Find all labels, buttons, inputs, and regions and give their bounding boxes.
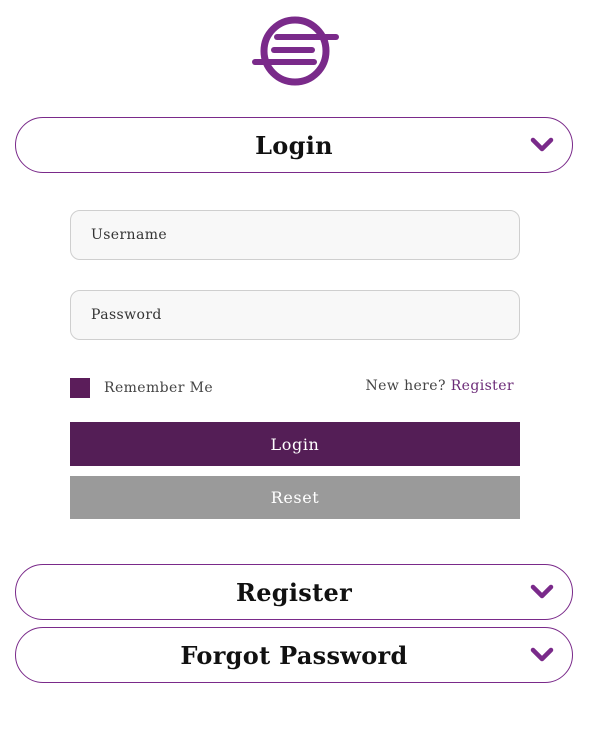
login-section-title: Login xyxy=(255,130,333,160)
username-input[interactable] xyxy=(70,210,520,260)
forgot-password-section-header[interactable]: Forgot Password xyxy=(15,627,573,683)
forgot-password-section-title: Forgot Password xyxy=(180,640,408,670)
chevron-down-icon[interactable] xyxy=(530,584,554,600)
login-button[interactable]: Login xyxy=(70,422,520,466)
logo-icon xyxy=(252,16,339,86)
register-link[interactable]: Register xyxy=(451,378,514,394)
register-section-title: Register xyxy=(235,577,353,607)
remember-me-row: Remember Me xyxy=(70,378,213,398)
remember-me-label[interactable]: Remember Me xyxy=(104,380,213,396)
new-here-prompt: New here? xyxy=(365,378,446,394)
new-here-text: New here? Register xyxy=(366,378,514,394)
remember-me-checkbox[interactable] xyxy=(70,378,90,398)
register-section-header[interactable]: Register xyxy=(15,564,573,620)
chevron-down-icon[interactable] xyxy=(530,647,554,663)
password-input[interactable] xyxy=(70,290,520,340)
login-section-header[interactable]: Login xyxy=(15,117,573,173)
chevron-down-icon[interactable] xyxy=(530,137,554,153)
reset-button[interactable]: Reset xyxy=(70,476,520,519)
